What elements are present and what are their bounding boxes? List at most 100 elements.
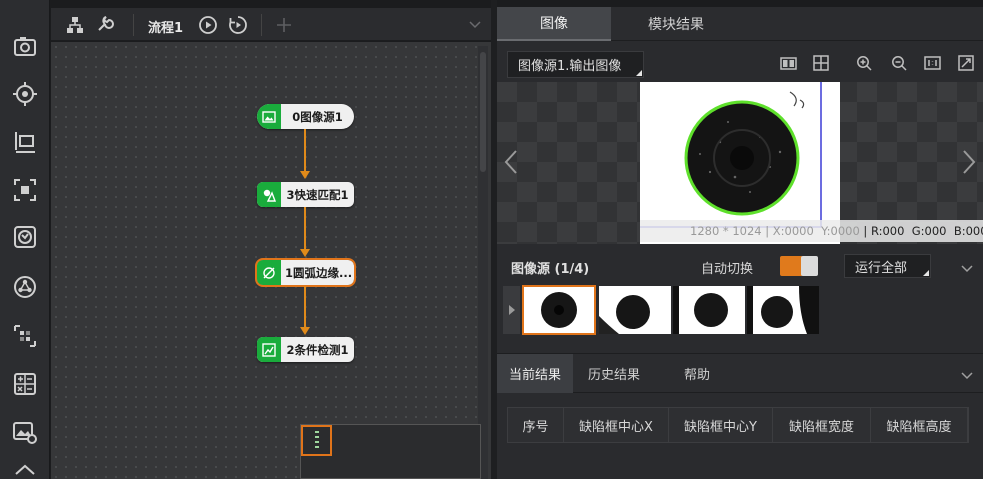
- flow-node-fast-match[interactable]: 3快速匹配1: [257, 182, 354, 207]
- locate-tool-button[interactable]: [9, 78, 41, 110]
- cursor-y: Y:0000: [821, 224, 860, 238]
- column-header[interactable]: 缺陷框中心Y: [669, 408, 773, 442]
- flow-scrollbar[interactable]: [478, 46, 488, 479]
- node-label: 1圆弧边缘...: [285, 265, 353, 280]
- chevron-right-icon: [963, 150, 976, 174]
- next-image-button[interactable]: [961, 148, 977, 180]
- camera-icon: [14, 37, 36, 56]
- crosshair-icon: [13, 82, 37, 106]
- logic-tool-button[interactable]: [9, 368, 41, 400]
- thumbnail-image: [599, 295, 650, 334]
- column-header[interactable]: 序号: [508, 408, 564, 442]
- column-header[interactable]: 缺陷框宽度: [773, 408, 871, 442]
- node-icon-box: [257, 260, 281, 285]
- auto-switch-toggle[interactable]: [780, 256, 818, 276]
- zoom-out-button[interactable]: [890, 54, 908, 72]
- run-all-select[interactable]: 运行全部: [844, 254, 931, 278]
- calculator-icon: [14, 373, 36, 395]
- dropdown-corner-icon: [923, 270, 929, 276]
- fit-screen-button[interactable]: [957, 54, 975, 72]
- node-icon-box: [257, 104, 281, 129]
- zoom-in-button[interactable]: [855, 54, 873, 72]
- run-all-label: 运行全部: [855, 260, 908, 276]
- condition-icon: [262, 342, 276, 357]
- match-icon: [263, 189, 276, 202]
- add-flow-button[interactable]: [273, 12, 295, 38]
- column-header[interactable]: 缺陷框中心X: [564, 408, 669, 442]
- tools-button[interactable]: [93, 12, 117, 38]
- tab-history-result[interactable]: 历史结果: [575, 354, 653, 393]
- split-view-button[interactable]: [779, 54, 797, 72]
- pixel-r: R:000: [870, 224, 905, 238]
- column-header[interactable]: 缺陷框高度: [871, 408, 968, 442]
- zoom-out-icon: [892, 56, 907, 71]
- flow-node-image-source[interactable]: 0图像源1: [257, 104, 354, 129]
- arrow-down-icon: [300, 171, 310, 179]
- image-process-tool-button[interactable]: [9, 416, 41, 448]
- auto-switch-label: 自动切换: [701, 262, 754, 277]
- triangle-right-icon: [508, 305, 515, 315]
- separator: |: [859, 224, 871, 238]
- calibration-icon: [14, 325, 36, 347]
- thumbnail-3[interactable]: [673, 286, 745, 334]
- flow-menu-dropdown[interactable]: [465, 12, 485, 38]
- flow-node-condition-check[interactable]: 2条件检测1: [257, 337, 354, 362]
- result-tabs: 当前结果 历史结果 帮助: [497, 353, 983, 393]
- grid-view-button[interactable]: [812, 54, 830, 72]
- thumbnail-image: [747, 286, 819, 334]
- results-collapse-button[interactable]: [961, 369, 973, 384]
- recognize-tool-button[interactable]: [9, 174, 41, 206]
- calibration-tool-button[interactable]: [9, 320, 41, 352]
- thumbnail-4[interactable]: [747, 286, 819, 334]
- tab-module-results[interactable]: 模块结果: [617, 7, 735, 41]
- thumbnail-1[interactable]: [522, 285, 596, 335]
- view-tabs: 图像 模块结果: [497, 7, 983, 41]
- pixel-b: B:000: [953, 224, 983, 238]
- chevron-down-icon: [961, 265, 973, 273]
- tab-image[interactable]: 图像: [497, 7, 611, 41]
- more-tools-button[interactable]: [9, 452, 41, 479]
- flow-toolbar: 流程1: [51, 8, 491, 41]
- flow-connector: [304, 129, 306, 171]
- camera-tool-button[interactable]: [9, 30, 41, 62]
- run-once-button[interactable]: [197, 12, 219, 38]
- wrench-icon: [98, 16, 114, 31]
- actual-size-button[interactable]: [923, 54, 941, 72]
- node-label: 0图像源1: [292, 109, 343, 124]
- image-resolution: 1280 * 1024: [690, 224, 762, 238]
- thumbnail-strip: [497, 283, 983, 337]
- mini-node-icon: [315, 431, 319, 448]
- communication-tool-button[interactable]: [9, 271, 41, 303]
- zoom-in-icon: [857, 56, 872, 71]
- scrollbar-thumb[interactable]: [480, 52, 486, 172]
- chevron-left-icon: [504, 150, 517, 174]
- measure-tool-button[interactable]: [9, 126, 41, 158]
- thumbnail-2[interactable]: [599, 286, 671, 334]
- measure-icon: [15, 132, 35, 153]
- defect-tool-button[interactable]: [9, 221, 41, 253]
- thumbnail-image: [673, 286, 745, 334]
- flow-minimap[interactable]: [300, 424, 481, 479]
- tool-strip: [0, 0, 50, 479]
- separator: |: [761, 224, 773, 238]
- grid-view-icon: [813, 55, 829, 71]
- thumbnail-scroll-button[interactable]: [503, 286, 520, 334]
- image-source-title: 图像源 (1/4): [511, 262, 590, 277]
- image-source-select[interactable]: 图像源1.输出图像: [507, 51, 644, 78]
- source-collapse-button[interactable]: [961, 262, 973, 277]
- tab-help[interactable]: 帮助: [655, 354, 739, 393]
- flow-canvas[interactable]: 0图像源1 3快速匹配1 1圆弧边缘... 2条件检测1: [51, 42, 491, 479]
- process-tree-button[interactable]: [63, 12, 87, 38]
- chevron-down-icon: [961, 372, 973, 380]
- run-loop-button[interactable]: [227, 12, 249, 38]
- flow-node-arc-edge[interactable]: 1圆弧边缘...: [255, 258, 356, 287]
- image-icon: [262, 110, 276, 123]
- minimap-viewport[interactable]: [301, 425, 332, 456]
- hierarchy-icon: [67, 17, 83, 33]
- flow-connector: [304, 286, 306, 327]
- previous-image-button[interactable]: [503, 148, 519, 180]
- actual-size-icon: [923, 56, 941, 70]
- fit-screen-icon: [958, 55, 974, 71]
- flow-title[interactable]: 流程1: [148, 17, 183, 36]
- tab-current-result[interactable]: 当前结果: [497, 354, 573, 393]
